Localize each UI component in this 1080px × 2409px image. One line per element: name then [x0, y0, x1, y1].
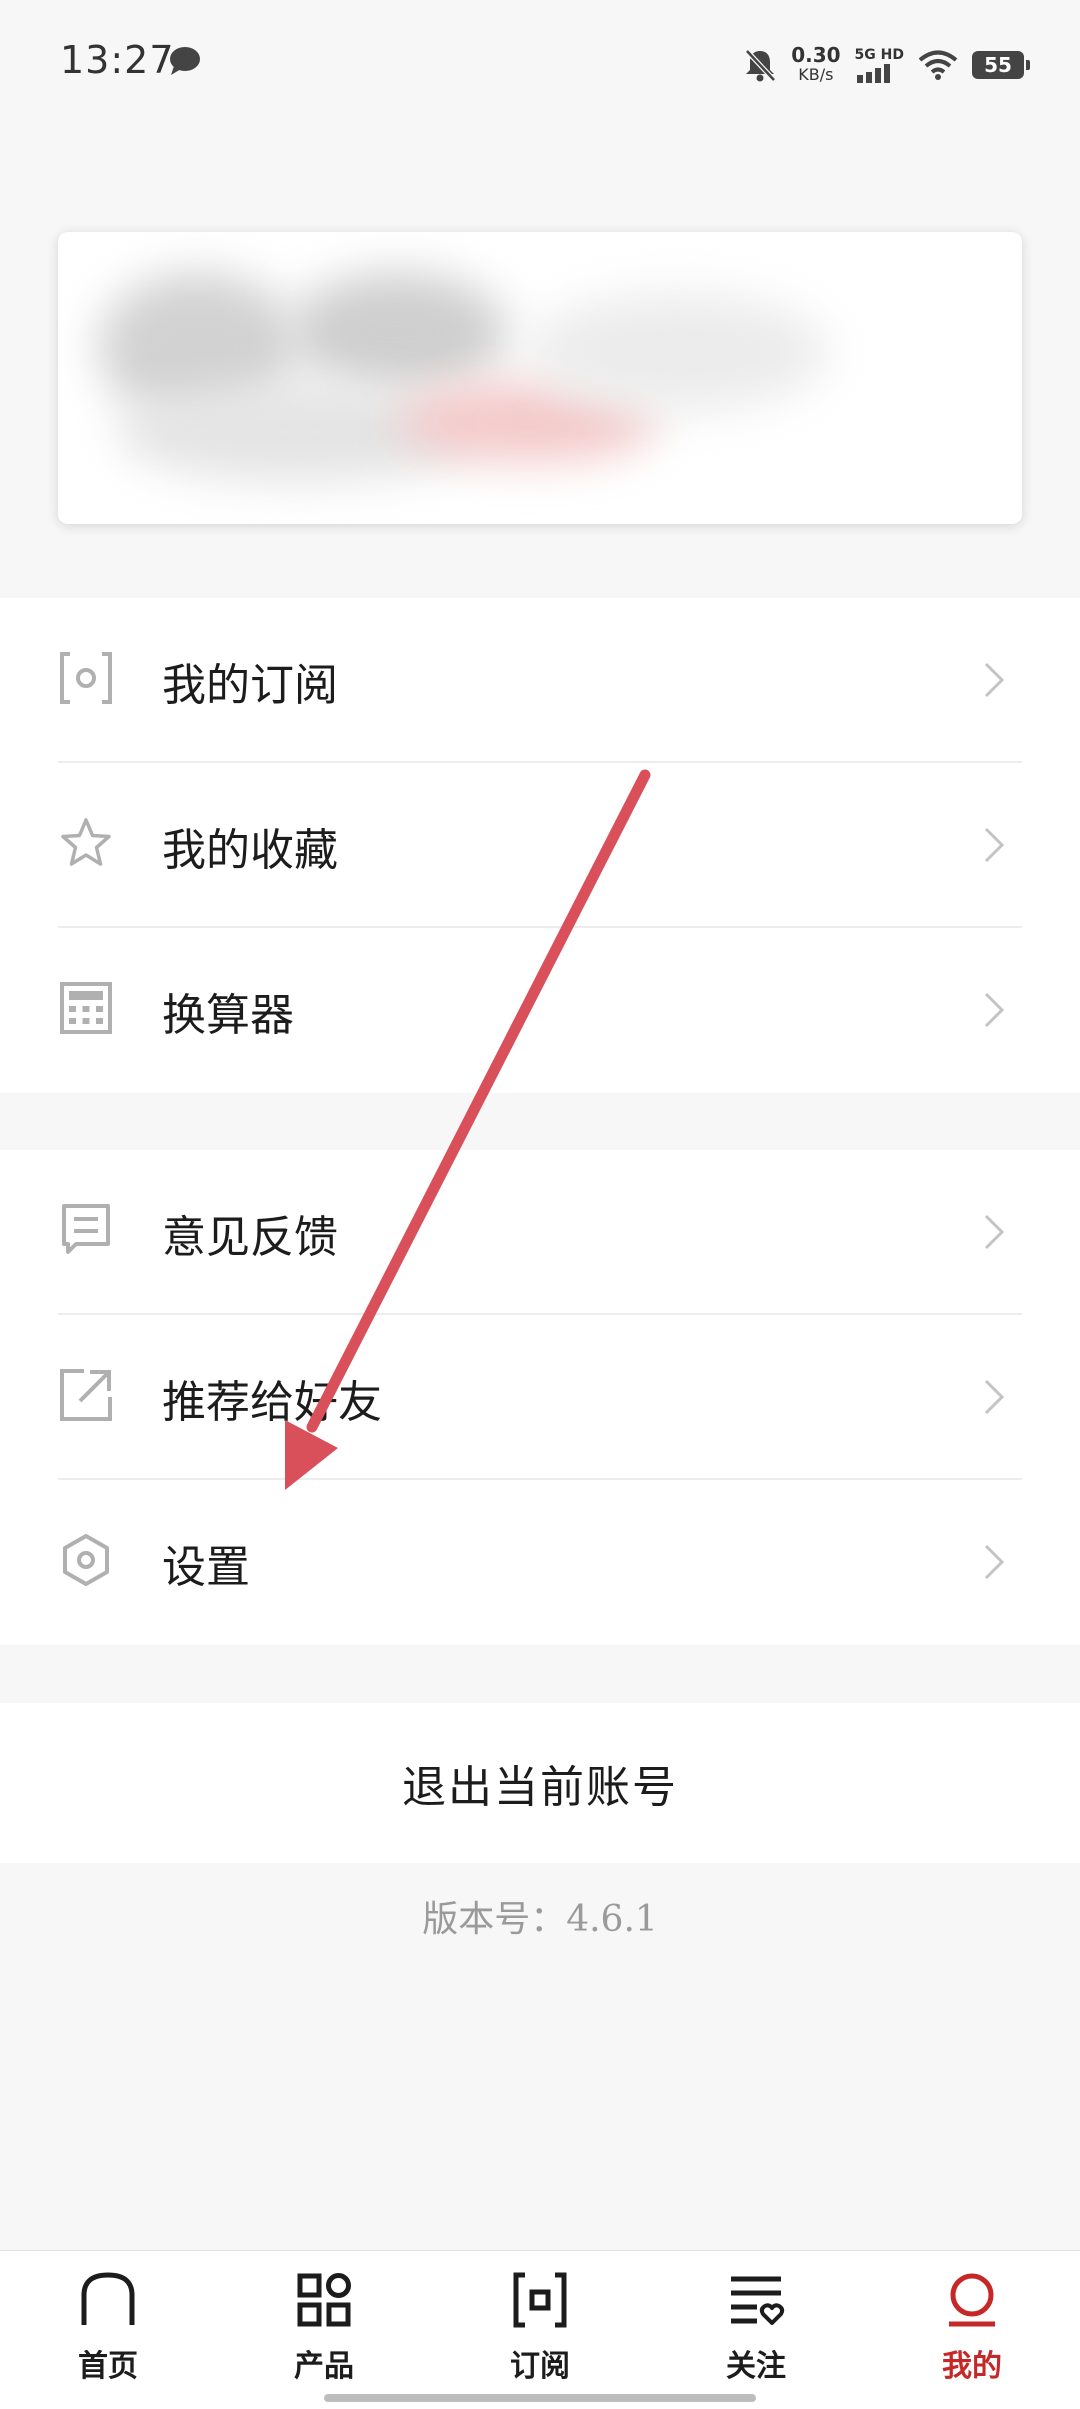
chevron-right-icon — [984, 1544, 1005, 1580]
subscription-icon — [513, 2272, 567, 2328]
tab-label: 产品 — [294, 2349, 354, 2384]
menu-group-primary: 我的订阅 我的收藏 换算器 — [0, 598, 1080, 1093]
calculator-icon — [60, 982, 112, 1034]
tab-label: 首页 — [78, 2349, 138, 2384]
share-icon — [60, 1369, 112, 1421]
feedback-icon — [62, 1204, 110, 1254]
menu-item-label: 我的订阅 — [162, 659, 338, 711]
chat-bubble-icon — [170, 47, 200, 75]
menu-item-settings[interactable]: 设置 — [0, 1480, 1080, 1645]
version-label: 版本号：4.6.1 — [422, 1899, 658, 1940]
blurred-extra — [528, 292, 828, 412]
cell-signal: 5G HD — [855, 47, 904, 83]
home-icon — [81, 2272, 135, 2325]
network-type-label: 5G HD — [854, 47, 904, 63]
menu-item-converter[interactable]: 换算器 — [0, 928, 1080, 1093]
profile-card[interactable] — [58, 232, 1022, 524]
settings-icon — [63, 1534, 109, 1586]
menu-item-label: 我的收藏 — [162, 824, 338, 876]
profile-icon — [949, 2273, 995, 2327]
tab-follow[interactable]: 关注 — [648, 2251, 864, 2409]
tab-subscriptions[interactable]: 订阅 — [432, 2251, 648, 2409]
network-speed-unit: KB/s — [798, 65, 834, 84]
menu-item-label: 设置 — [162, 1541, 250, 1593]
mute-bell-icon — [745, 49, 777, 82]
tab-label: 关注 — [726, 2349, 786, 2384]
menu-item-feedback[interactable]: 意见反馈 — [0, 1150, 1080, 1315]
home-indicator[interactable] — [324, 2394, 756, 2402]
menu-item-label: 推荐给好友 — [162, 1376, 382, 1428]
tab-profile[interactable]: 我的 — [864, 2251, 1080, 2409]
chevron-right-icon — [984, 827, 1005, 863]
menu-group-secondary: 意见反馈 推荐给好友 设置 — [0, 1150, 1080, 1645]
network-speed: 0.30 KB/s — [791, 43, 841, 84]
menu-item-favorites[interactable]: 我的收藏 — [0, 763, 1080, 928]
tab-label: 我的 — [942, 2349, 1002, 2384]
bottom-nav: 首页 产品 订阅 关注 我的 — [0, 2250, 1080, 2409]
chevron-right-icon — [984, 992, 1005, 1028]
wifi-icon — [918, 50, 958, 80]
cell-signal-icon — [856, 64, 890, 83]
follow-list-icon — [731, 2276, 785, 2325]
star-icon — [61, 818, 111, 866]
network-speed-value: 0.30 — [791, 43, 841, 67]
tab-home[interactable]: 首页 — [0, 2251, 216, 2409]
chevron-right-icon — [984, 1379, 1005, 1415]
menu-item-subscriptions[interactable]: 我的订阅 — [0, 598, 1080, 763]
menu-item-label: 换算器 — [162, 989, 294, 1041]
battery-indicator: 55 — [972, 51, 1030, 79]
menu-item-label: 意见反馈 — [162, 1211, 338, 1263]
status-indicators: 0.30 KB/s 5G HD 55 — [743, 40, 1030, 90]
tab-label: 订阅 — [510, 2349, 570, 2384]
blurred-username — [288, 272, 508, 392]
menu-item-recommend[interactable]: 推荐给好友 — [0, 1315, 1080, 1480]
chevron-right-icon — [984, 662, 1005, 698]
logout-button[interactable]: 退出当前账号 — [0, 1703, 1080, 1863]
subscription-icon — [60, 652, 112, 704]
tab-products[interactable]: 产品 — [216, 2251, 432, 2409]
chevron-right-icon — [984, 1214, 1005, 1250]
status-bar: 13:27 0.30 KB/s 5G HD 55 — [0, 0, 1080, 130]
status-time: 13:27 — [60, 38, 175, 82]
grid-icon — [297, 2273, 351, 2327]
battery-level: 55 — [984, 53, 1012, 77]
